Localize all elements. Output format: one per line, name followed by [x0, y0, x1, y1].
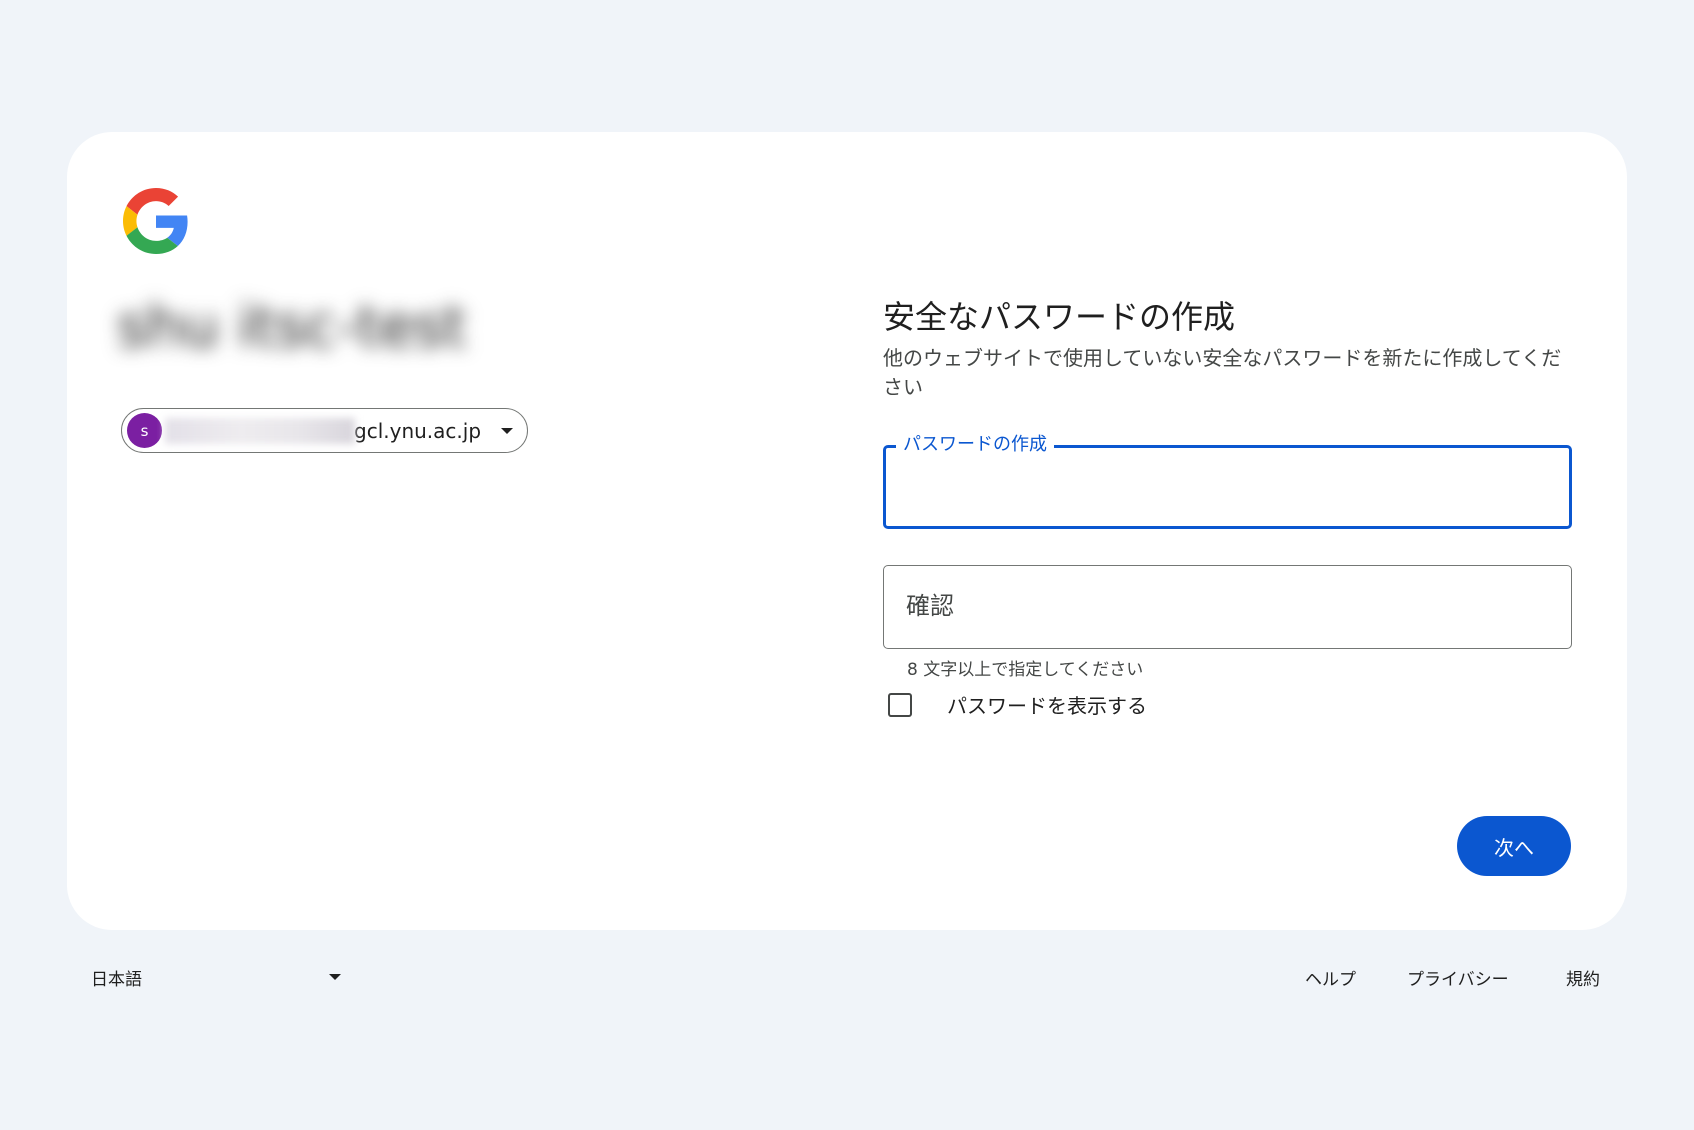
show-password-checkbox[interactable]: [888, 692, 912, 717]
password-hint: 8 文字以上で指定してください: [907, 660, 1144, 680]
caret-down-icon: [501, 427, 514, 434]
show-password-label[interactable]: パスワードを表示する: [947, 690, 1147, 719]
confirm-password-input[interactable]: [884, 566, 1571, 648]
email-domain: gcl.ynu.ac.jp: [354, 418, 482, 443]
account-name: shu itsc-test: [117, 294, 467, 360]
confirm-password-field: 確認: [883, 565, 1572, 649]
terms-link[interactable]: 規約: [1566, 965, 1600, 990]
help-link[interactable]: ヘルプ: [1305, 965, 1356, 990]
show-password-toggle[interactable]: パスワードを表示する: [888, 690, 1147, 719]
page-subtitle: 他のウェブサイトで使用していない安全なパスワードを新たに作成してください: [883, 346, 1562, 399]
caret-down-icon: [329, 974, 341, 980]
create-password-input[interactable]: [886, 448, 1569, 526]
avatar: s: [127, 413, 162, 448]
google-logo-icon: [123, 188, 188, 254]
create-password-label: パスワードの作成: [896, 430, 1054, 456]
page-title: 安全なパスワードの作成: [883, 298, 1236, 336]
language-label: 日本語: [91, 969, 142, 990]
sign-in-card: shu itsc-test s gcl.ynu.ac.jp 安全なパスワードの作…: [67, 132, 1627, 930]
language-selector[interactable]: 日本語: [91, 965, 341, 990]
create-password-field: パスワードの作成: [883, 430, 1572, 529]
privacy-link[interactable]: プライバシー: [1407, 965, 1509, 990]
account-chooser-button[interactable]: s gcl.ynu.ac.jp: [121, 408, 528, 453]
next-button[interactable]: 次へ: [1457, 816, 1571, 876]
email-local-part-redacted: [165, 417, 355, 444]
